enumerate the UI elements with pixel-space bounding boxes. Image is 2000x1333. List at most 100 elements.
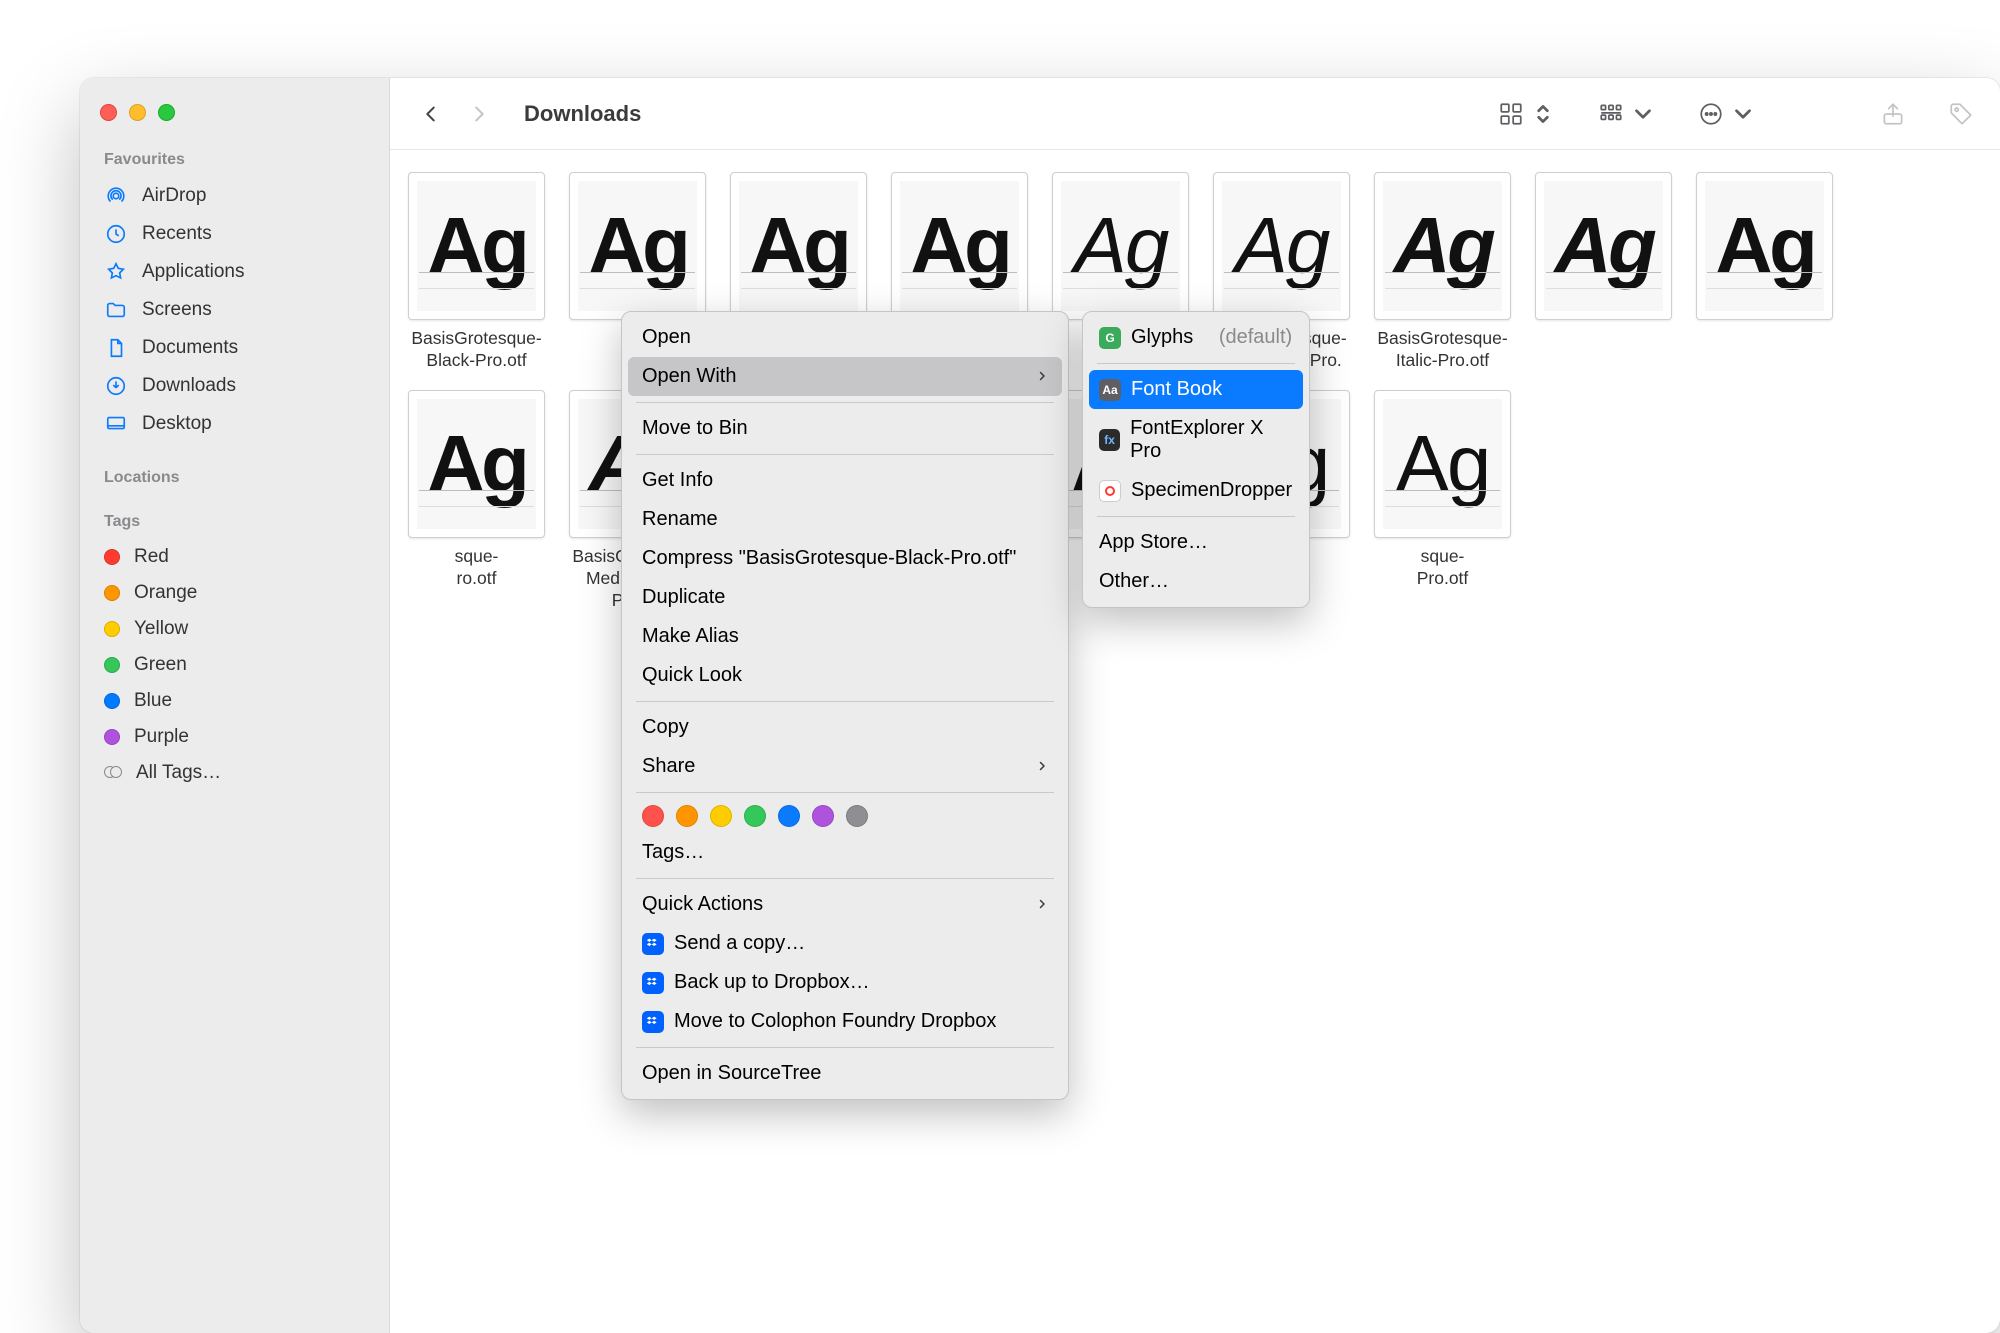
share-button[interactable] xyxy=(1880,101,1906,127)
sidebar-item-label: Downloads xyxy=(142,375,236,397)
tag-color-purple[interactable] xyxy=(812,805,834,827)
sidebar-item-label: Screens xyxy=(142,299,212,321)
menu-item-open-sourcetree[interactable]: Open in SourceTree xyxy=(628,1054,1062,1093)
menu-item-make-alias[interactable]: Make Alias xyxy=(628,617,1062,656)
fontexplorer-app-icon: fx xyxy=(1099,429,1120,451)
sidebar-tag-red[interactable]: Red xyxy=(98,539,371,575)
menu-separator xyxy=(636,1047,1054,1048)
document-icon xyxy=(104,336,128,360)
tag-label: Yellow xyxy=(134,618,188,640)
menu-item-get-info[interactable]: Get Info xyxy=(628,461,1062,500)
tag-color-blue[interactable] xyxy=(778,805,800,827)
blue-tag-icon xyxy=(104,693,120,709)
font-thumbnail-icon: Ag xyxy=(408,172,545,320)
menu-item-move-dropbox[interactable]: Move to Colophon Foundry Dropbox xyxy=(628,1002,1062,1041)
sidebar-tag-blue[interactable]: Blue xyxy=(98,683,371,719)
menu-item-backup-dropbox[interactable]: Back up to Dropbox… xyxy=(628,963,1062,1002)
file-name: BasisGrotesque-Italic-Pro.otf xyxy=(1377,328,1507,372)
menu-item-tags[interactable]: Tags… xyxy=(628,833,1062,872)
sidebar-item-applications[interactable]: Applications xyxy=(98,253,371,291)
window-controls xyxy=(98,98,371,145)
tags-button[interactable] xyxy=(1948,101,1974,127)
file-item[interactable]: Ag xyxy=(1696,172,1833,372)
sidebar-tag-orange[interactable]: Orange xyxy=(98,575,371,611)
font-thumbnail-icon: Ag xyxy=(1213,172,1350,320)
favourites-header: Favourites xyxy=(98,151,371,169)
tag-color-orange[interactable] xyxy=(676,805,698,827)
applications-icon xyxy=(104,260,128,284)
back-button[interactable] xyxy=(416,99,446,129)
tag-color-red[interactable] xyxy=(642,805,664,827)
menu-item-open-with[interactable]: Open With xyxy=(628,357,1062,396)
all-tags-icon xyxy=(104,766,122,780)
menu-item-quick-look[interactable]: Quick Look xyxy=(628,656,1062,695)
tag-color-green[interactable] xyxy=(744,805,766,827)
action-menu-button[interactable] xyxy=(1698,101,1756,127)
sidebar-item-label: Desktop xyxy=(142,413,212,435)
dropbox-icon xyxy=(642,1011,664,1033)
file-name: sque-ro.otf xyxy=(455,546,499,590)
sidebar-tag-purple[interactable]: Purple xyxy=(98,719,371,755)
toolbar-actions xyxy=(1498,101,1974,127)
font-thumbnail-icon: Ag xyxy=(1374,390,1511,538)
sidebar-item-recents[interactable]: Recents xyxy=(98,215,371,253)
sidebar-item-desktop[interactable]: Desktop xyxy=(98,405,371,443)
menu-item-duplicate[interactable]: Duplicate xyxy=(628,578,1062,617)
submenu-item-appstore[interactable]: App Store… xyxy=(1089,523,1303,562)
file-item[interactable]: Ag BasisGrotesque-Black-Pro.otf xyxy=(408,172,545,372)
fullscreen-button[interactable] xyxy=(158,104,175,121)
file-name: BasisGrotesque-Black-Pro.otf xyxy=(411,328,541,372)
menu-item-quick-actions[interactable]: Quick Actions xyxy=(628,885,1062,924)
submenu-arrow-icon xyxy=(1036,893,1048,916)
menu-item-send-copy[interactable]: Send a copy… xyxy=(628,924,1062,963)
menu-separator xyxy=(636,701,1054,702)
minimize-button[interactable] xyxy=(129,104,146,121)
font-thumbnail-icon: Ag xyxy=(1535,172,1672,320)
tag-color-grey[interactable] xyxy=(846,805,868,827)
sidebar-item-downloads[interactable]: Downloads xyxy=(98,367,371,405)
menu-item-move-to-bin[interactable]: Move to Bin xyxy=(628,409,1062,448)
chevron-down-icon xyxy=(1630,101,1656,127)
sidebar-item-label: Documents xyxy=(142,337,238,359)
file-item[interactable]: Ag sque-Pro.otf xyxy=(1374,390,1511,612)
forward-button[interactable] xyxy=(464,99,494,129)
view-mode-button[interactable] xyxy=(1498,101,1556,127)
sidebar-item-screens[interactable]: Screens xyxy=(98,291,371,329)
sidebar-tag-yellow[interactable]: Yellow xyxy=(98,611,371,647)
menu-item-rename[interactable]: Rename xyxy=(628,500,1062,539)
font-thumbnail-icon: Ag xyxy=(1696,172,1833,320)
dropbox-icon xyxy=(642,933,664,955)
yellow-tag-icon xyxy=(104,621,120,637)
chevron-down-icon xyxy=(1730,101,1756,127)
group-by-button[interactable] xyxy=(1598,101,1656,127)
sidebar-tag-green[interactable]: Green xyxy=(98,647,371,683)
menu-separator xyxy=(636,878,1054,879)
submenu-item-other[interactable]: Other… xyxy=(1089,562,1303,601)
submenu-item-specimen[interactable]: SpecimenDropper xyxy=(1089,471,1303,510)
green-tag-icon xyxy=(104,657,120,673)
file-item[interactable]: Ag xyxy=(1535,172,1672,372)
menu-tag-colors xyxy=(628,799,1062,833)
file-item[interactable]: Agsque-ro.otf xyxy=(408,390,545,612)
menu-item-open[interactable]: Open xyxy=(628,318,1062,357)
close-button[interactable] xyxy=(100,104,117,121)
file-item[interactable]: AgBasisGrotesque-Italic-Pro.otf xyxy=(1374,172,1511,372)
font-thumbnail-icon: Ag xyxy=(730,172,867,320)
tag-label: Blue xyxy=(134,690,172,712)
orange-tag-icon xyxy=(104,585,120,601)
menu-item-compress[interactable]: Compress "BasisGrotesque-Black-Pro.otf" xyxy=(628,539,1062,578)
font-thumbnail-icon: Ag xyxy=(1052,172,1189,320)
all-tags-label: All Tags… xyxy=(136,762,221,784)
submenu-item-fontbook[interactable]: Aa Font Book xyxy=(1089,370,1303,409)
sidebar-all-tags[interactable]: All Tags… xyxy=(98,755,371,791)
submenu-item-glyphs[interactable]: G Glyphs (default) xyxy=(1089,318,1303,357)
red-tag-icon xyxy=(104,549,120,565)
file-name: sque-Pro.otf xyxy=(1417,546,1469,590)
sidebar-item-documents[interactable]: Documents xyxy=(98,329,371,367)
tag-color-yellow[interactable] xyxy=(710,805,732,827)
menu-separator xyxy=(1097,363,1295,364)
menu-item-share[interactable]: Share xyxy=(628,747,1062,786)
menu-item-copy[interactable]: Copy xyxy=(628,708,1062,747)
sidebar-item-airdrop[interactable]: AirDrop xyxy=(98,177,371,215)
submenu-item-fontexplorer[interactable]: fx FontExplorer X Pro xyxy=(1089,409,1303,471)
